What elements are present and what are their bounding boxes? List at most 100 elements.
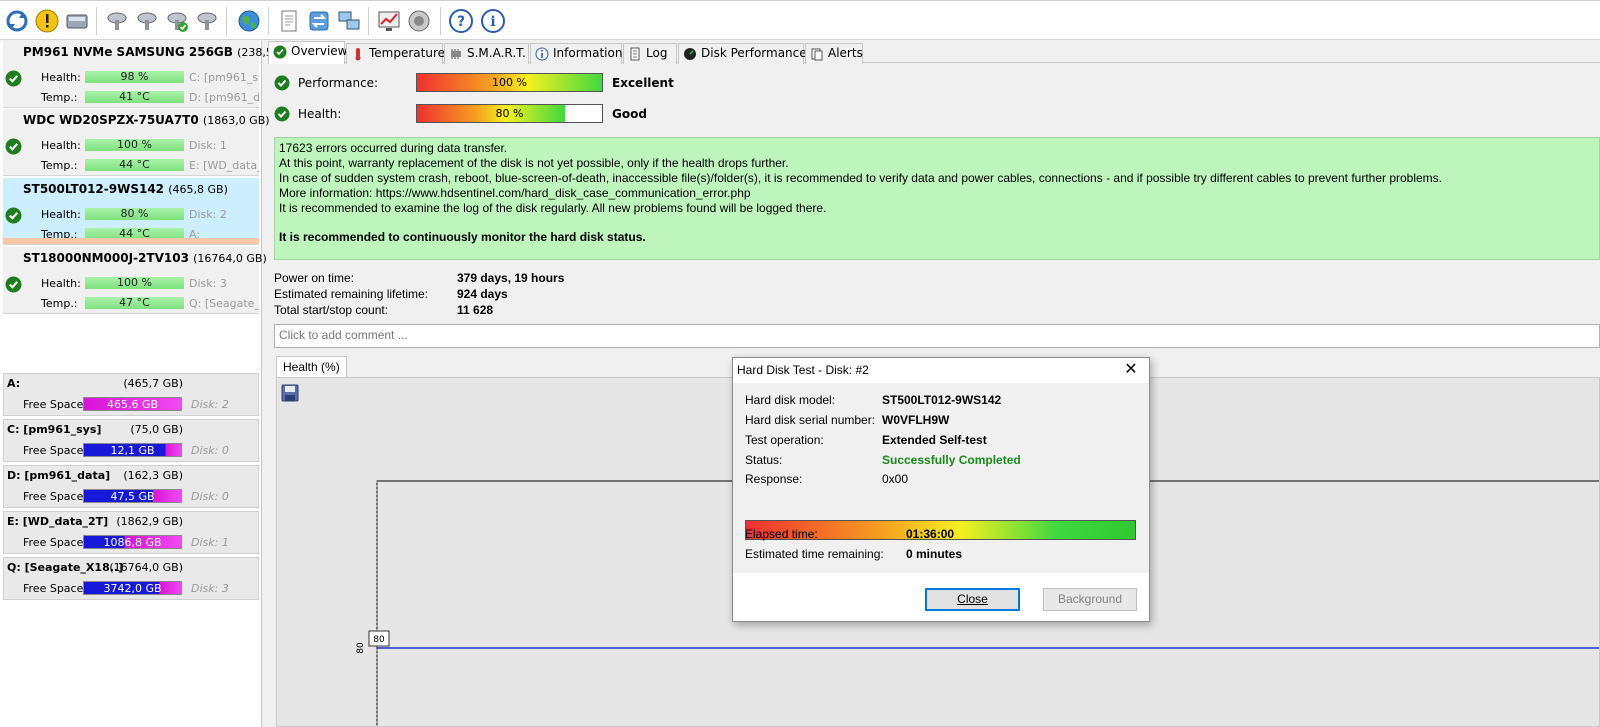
sound-icon[interactable] <box>406 8 432 34</box>
tab-log[interactable]: Log <box>623 43 677 64</box>
message-line: 17623 errors occurred during data transf… <box>279 141 508 155</box>
volume-name: D: [pm961_data] <box>7 469 111 482</box>
serial-value: W0VFLH9W <box>882 413 950 427</box>
transfer-icon[interactable] <box>306 8 332 34</box>
disk-tool-icon[interactable] <box>194 8 220 34</box>
hard-disk-test-dialog: Hard Disk Test - Disk: #2 ✕ Hard disk mo… <box>732 357 1150 622</box>
free-space-label: Free Space <box>23 582 84 595</box>
background-button[interactable]: Background <box>1043 588 1137 611</box>
performance-text: Excellent <box>612 76 674 90</box>
chart-monitor-icon[interactable] <box>376 8 402 34</box>
volume-disk: Disk: 1 <box>191 536 229 549</box>
tab-alerts[interactable]: Alerts <box>805 43 863 64</box>
tab-health-graph[interactable]: Health (%) <box>276 356 347 378</box>
free-space-bar: 465,6 GB <box>83 397 182 411</box>
disk-volume-info: E: [WD_data_2 <box>189 159 259 172</box>
volume-name: C: [pm961_sys] <box>7 423 102 436</box>
disk-list-panel: PM961 NVMe SAMSUNG 256GB (238,5 GB) Healt… <box>0 41 297 727</box>
comment-field[interactable]: Click to add comment ... <box>274 324 1600 348</box>
temp-label: Temp.: <box>41 297 78 310</box>
lifetime-label: Estimated remaining lifetime: <box>274 287 429 301</box>
message-line: At this point, warranty replacement of t… <box>279 156 789 170</box>
globe-icon[interactable] <box>236 8 262 34</box>
volume-item[interactable]: D: [pm961_data] (162,3 GB) Free Space 47,5 … <box>3 465 259 508</box>
model-label: Hard disk model: <box>745 393 836 407</box>
report-icon[interactable] <box>276 8 302 34</box>
disk-item[interactable]: ST500LT012-9WS142 (465,8 GB) Health: 80 % D… <box>3 178 259 245</box>
close-icon[interactable]: ✕ <box>1121 360 1141 380</box>
temp-bar: 44 °C <box>85 159 184 171</box>
warning-icon[interactable] <box>34 8 60 34</box>
disk-check-icon[interactable] <box>164 8 190 34</box>
tab-temperature[interactable]: Temperature <box>346 43 445 64</box>
tab-disk-performance[interactable]: Disk Performance <box>678 43 807 64</box>
save-icon[interactable] <box>281 384 299 402</box>
tab-information[interactable]: Information <box>530 43 622 64</box>
performance-bar: 100 % <box>416 73 603 92</box>
free-space-bar: 1086,8 GB <box>83 535 182 549</box>
disk-item[interactable]: WDC WD20SPZX-75UA7T0 (1863,0 GB) Health: 1… <box>3 109 270 176</box>
performance-ok-icon <box>274 75 290 91</box>
health-bar: 98 % <box>85 71 184 83</box>
volume-item[interactable]: A: (465,7 GB) Free Space 465,6 GB Disk: 2 <box>3 373 259 416</box>
close-button[interactable]: Close <box>925 588 1020 611</box>
selection-stripe <box>3 238 259 244</box>
svg-text:?: ? <box>457 14 465 30</box>
health-ok-icon <box>5 138 22 155</box>
alert-icon <box>811 48 823 61</box>
tab-label: S.M.A.R.T. <box>467 46 526 60</box>
free-space-label: Free Space <box>23 398 84 411</box>
performance-label: Performance: <box>298 76 379 90</box>
info-icon[interactable]: i <box>480 8 506 34</box>
volume-disk: Disk: 2 <box>191 398 229 411</box>
status-value: Successfully Completed <box>882 453 1021 467</box>
free-space-label: Free Space <box>23 444 84 457</box>
free-space-bar: 3742,0 GB <box>83 581 182 595</box>
disk-name: WDC WD20SPZX-75UA7T0 (1863,0 GB) <box>23 113 270 127</box>
health-bar: 80 % <box>85 208 184 220</box>
health-label: Health: <box>41 208 81 221</box>
startstop-value: 11 628 <box>457 303 494 317</box>
temp-bar: 41 °C <box>85 91 184 103</box>
free-space-label: Free Space <box>23 536 84 549</box>
disk-config-icon-2[interactable] <box>134 8 160 34</box>
free-space-bar: 47,5 GB <box>83 489 182 503</box>
volume-item[interactable]: Q: [Seagate_X18..] (16764,0 GB) Free Space… <box>3 557 259 600</box>
tab-s-m-a-r-t[interactable]: S.M.A.R.T. <box>444 43 529 64</box>
health-ok-icon <box>5 207 22 224</box>
disk-config-icon[interactable] <box>104 8 130 34</box>
health-text: Good <box>612 107 647 121</box>
disk-volume-info: Q: [Seagate_X <box>189 297 259 310</box>
volume-item[interactable]: C: [pm961_sys] (75,0 GB) Free Space 12,1 GB… <box>3 419 259 462</box>
volume-name: E: [WD_data_2T] <box>7 515 109 528</box>
tab-overview[interactable]: Overview <box>268 41 348 64</box>
free-space-label: Free Space <box>23 490 84 503</box>
volume-size: (1862,9 GB) <box>116 515 183 528</box>
disk-drive-icon[interactable] <box>64 8 90 34</box>
operation-label: Test operation: <box>745 433 824 447</box>
volume-disk: Disk: 0 <box>191 444 229 457</box>
elapsed-value: 01:36:00 <box>906 527 955 541</box>
disk-info: Disk: 3 <box>189 277 227 290</box>
status-label: Status: <box>745 453 783 467</box>
tab-label: Alerts <box>828 46 863 60</box>
disk-name: PM961 NVMe SAMSUNG 256GB (238,5 GB) <box>23 45 297 59</box>
help-icon[interactable]: ? <box>448 8 474 34</box>
health-label: Health: <box>41 71 81 84</box>
disk-item[interactable]: PM961 NVMe SAMSUNG 256GB (238,5 GB) Healt… <box>3 41 297 108</box>
volume-item[interactable]: E: [WD_data_2T] (1862,9 GB) Free Space 1086… <box>3 511 259 554</box>
disk-item[interactable]: ST18000NM000J-2TV103 (16764,0 GB) Health:… <box>3 247 267 314</box>
disk-size: (465,8 GB) <box>168 183 228 196</box>
health-ok-icon <box>5 70 22 87</box>
refresh-icon[interactable] <box>4 8 30 34</box>
health-label: Health: <box>41 139 81 152</box>
disk-model: ST500LT012-9WS142 <box>23 182 165 196</box>
chart-point-label: 80 <box>373 635 385 645</box>
volume-name: Q: [Seagate_X18..] <box>7 561 124 574</box>
network-icon[interactable] <box>336 8 362 34</box>
operation-value: Extended Self-test <box>882 433 987 447</box>
disk-info: Disk: 2 <box>189 208 227 221</box>
performance-value: 100 % <box>492 76 527 89</box>
disk-model: WDC WD20SPZX-75UA7T0 <box>23 113 199 127</box>
response-label: Response: <box>745 472 803 486</box>
